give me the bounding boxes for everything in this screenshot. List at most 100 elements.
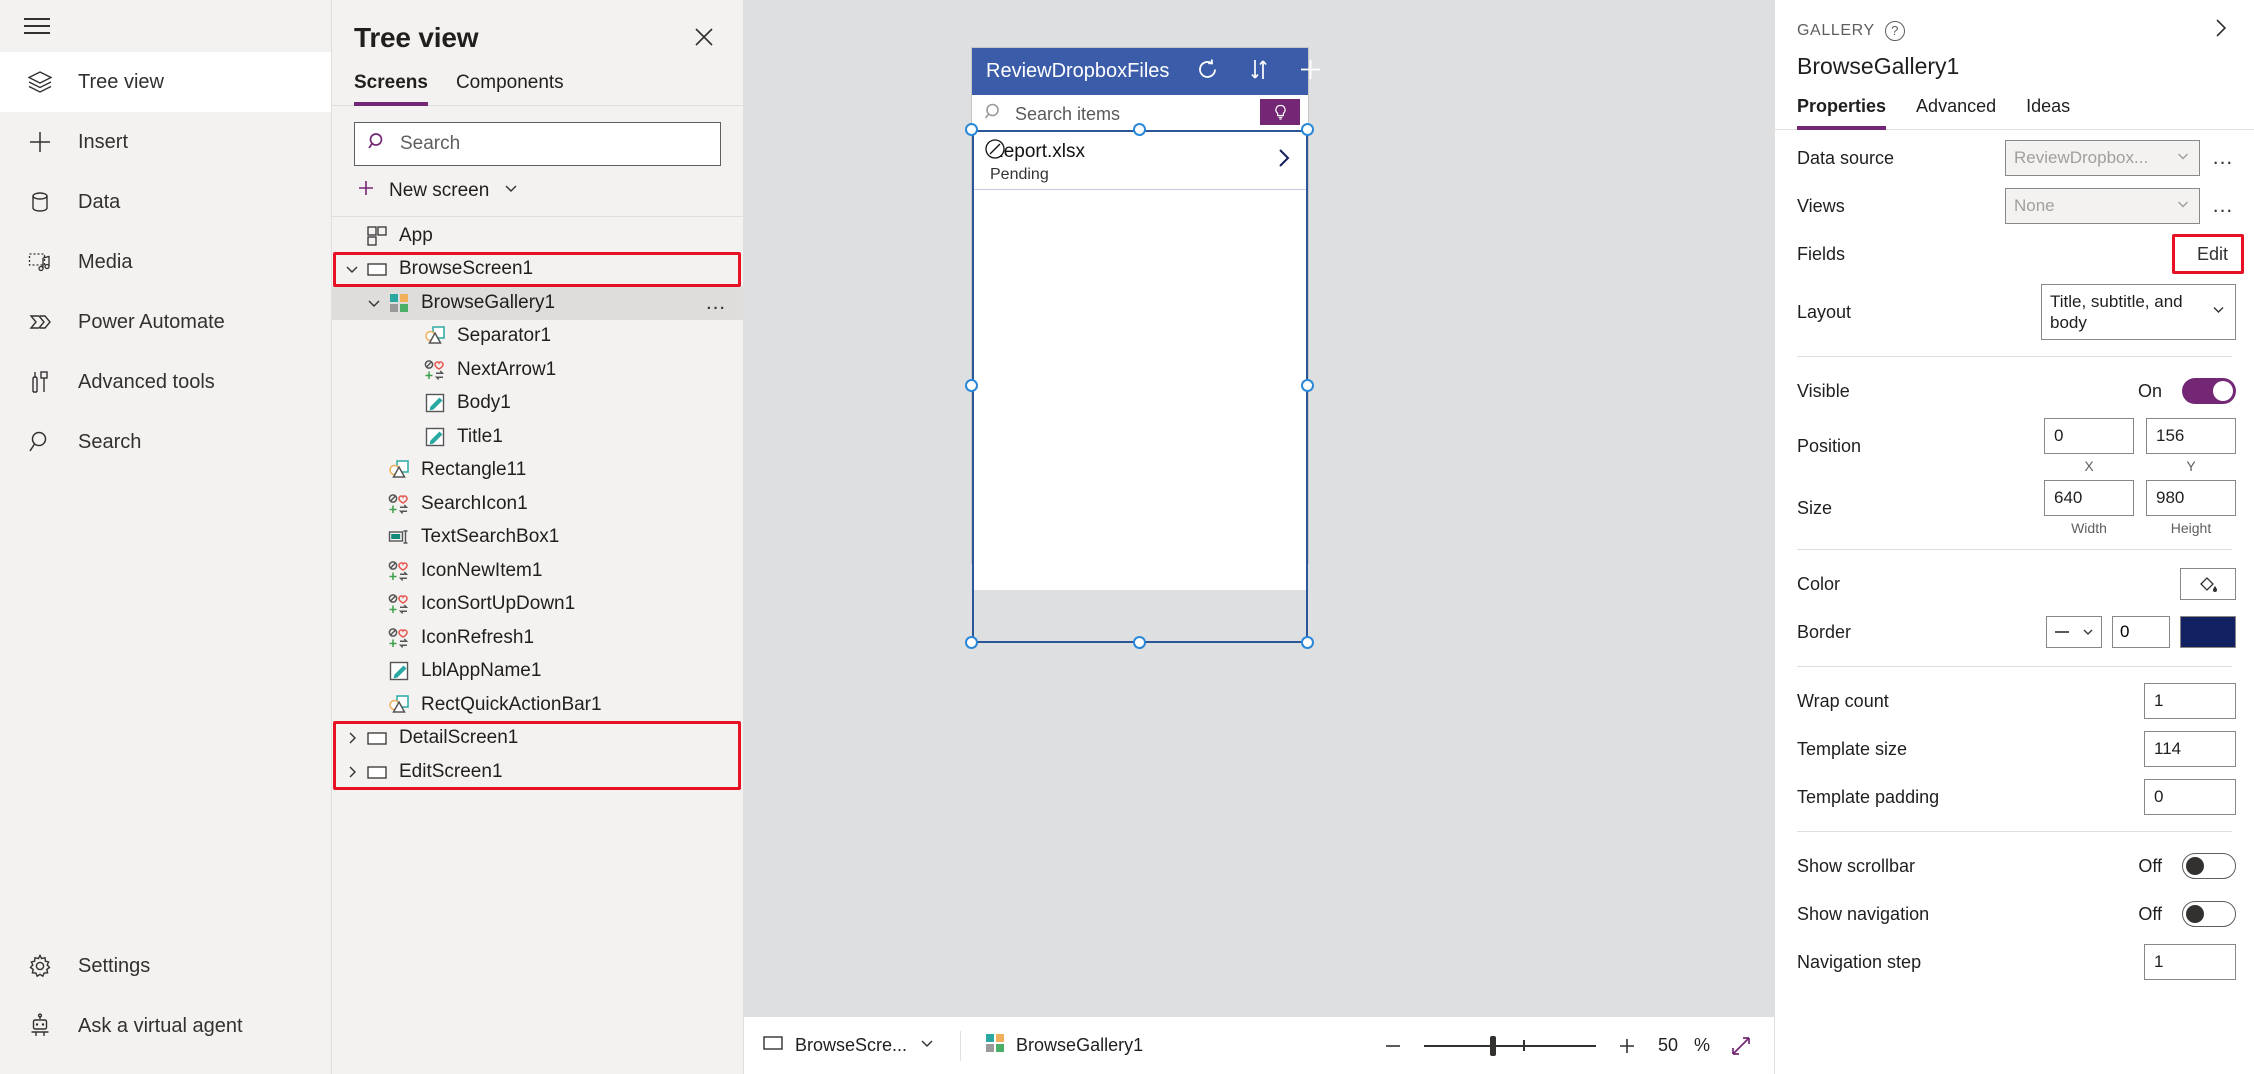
search-input[interactable] xyxy=(400,133,708,155)
fit-screen-icon[interactable] xyxy=(1726,1031,1756,1061)
canvas-scroll[interactable]: ReviewDropboxFiles xyxy=(744,0,1774,1016)
tree-item-searchicon1[interactable]: SearchIcon1 xyxy=(332,487,743,521)
tree-item-textsearchbox1[interactable]: TextSearchBox1 xyxy=(332,521,743,555)
fill-color-icon[interactable] xyxy=(2180,568,2236,600)
help-icon[interactable]: ? xyxy=(1885,21,1905,41)
chevron-down-icon xyxy=(2081,625,2095,639)
tab-ideas[interactable]: Ideas xyxy=(2026,96,2070,129)
rail-item-tree-view[interactable]: Tree view xyxy=(0,52,331,112)
property-label: Data source xyxy=(1797,148,1965,169)
screen-selector-chip[interactable]: BrowseScre... xyxy=(762,1032,936,1059)
chevron-right-icon[interactable] xyxy=(340,729,364,747)
data-source-select[interactable]: ReviewDropbox... xyxy=(2005,140,2200,176)
resize-handle-bl[interactable] xyxy=(965,636,978,649)
shapes-icon xyxy=(386,459,412,481)
show-navigation-toggle[interactable] xyxy=(2182,901,2236,927)
resize-handle-tr[interactable] xyxy=(1301,123,1314,136)
size-width-input[interactable]: 640 xyxy=(2044,480,2134,516)
bottom-status-bar: BrowseScre... BrowseGallery1 xyxy=(744,1016,1774,1074)
chevron-right-icon[interactable] xyxy=(340,763,364,781)
tree-item-separator1[interactable]: Separator1 xyxy=(332,320,743,354)
plus-icon[interactable] xyxy=(1612,1031,1642,1061)
panel-title: Tree view xyxy=(354,22,478,54)
rail-item-ask-a-virtual-agent[interactable]: Ask a virtual agent xyxy=(0,996,331,1056)
position-x-input[interactable]: 0 xyxy=(2044,418,2134,454)
rail-item-advanced-tools[interactable]: Advanced tools xyxy=(0,352,331,412)
zoom-slider[interactable] xyxy=(1424,1036,1596,1056)
navigation-step-input[interactable]: 1 xyxy=(2144,944,2236,980)
tree-item-detailscreen1[interactable]: DetailScreen1 xyxy=(332,722,743,756)
data-source-more-button[interactable]: ... xyxy=(2210,146,2236,170)
resize-handle-br[interactable] xyxy=(1301,636,1314,649)
rail-item-search[interactable]: Search xyxy=(0,412,331,472)
tree-item-rectquickactionbar1[interactable]: RectQuickActionBar1 xyxy=(332,688,743,722)
chevron-right-icon[interactable] xyxy=(1274,146,1294,175)
tree-item-iconrefresh1[interactable]: IconRefresh1 xyxy=(332,621,743,655)
wrap-count-input[interactable]: 1 xyxy=(2144,683,2236,719)
views-more-button[interactable]: ... xyxy=(2210,194,2236,218)
tree-item-title1[interactable]: Title1 xyxy=(332,420,743,454)
tree-item-label: SearchIcon1 xyxy=(421,493,528,515)
refresh-icon[interactable] xyxy=(1195,57,1220,87)
layout-select[interactable]: Title, subtitle, and body xyxy=(2041,284,2236,340)
chevron-right-icon[interactable] xyxy=(2208,16,2236,45)
fields-edit-button[interactable]: Edit xyxy=(2189,241,2236,268)
position-y-input[interactable]: 156 xyxy=(2146,418,2236,454)
border-style-icon xyxy=(2054,627,2076,637)
app-search-placeholder: Search items xyxy=(1015,104,1120,125)
show-scrollbar-toggle[interactable] xyxy=(2182,853,2236,879)
tree-item-nextarrow1[interactable]: NextArrow1 xyxy=(332,353,743,387)
border-style-select[interactable] xyxy=(2046,616,2102,648)
tree-item-iconnewitem1[interactable]: IconNewItem1 xyxy=(332,554,743,588)
app-header-icons xyxy=(1195,57,1323,87)
rail-item-insert[interactable]: Insert xyxy=(0,112,331,172)
lightbulb-icon[interactable] xyxy=(1260,99,1300,125)
properties-body: Data source ReviewDropbox... ... Views N… xyxy=(1775,130,2254,1074)
tree-item-body1[interactable]: Body1 xyxy=(332,387,743,421)
resize-handle-bm[interactable] xyxy=(1133,636,1146,649)
border-width-input[interactable]: 0 xyxy=(2112,616,2170,648)
tab-properties[interactable]: Properties xyxy=(1797,96,1886,129)
properties-control-name: BrowseGallery1 xyxy=(1775,45,2254,80)
zoom-slider-thumb[interactable] xyxy=(1490,1036,1496,1056)
visible-toggle[interactable] xyxy=(2182,378,2236,404)
chevron-down-icon[interactable] xyxy=(340,260,364,278)
rail-item-settings[interactable]: Settings xyxy=(0,936,331,996)
resize-handle-tm[interactable] xyxy=(1133,123,1146,136)
tree-item-rectangle11[interactable]: Rectangle11 xyxy=(332,454,743,488)
tree-item-browsescreen1[interactable]: BrowseScreen1 xyxy=(332,253,743,287)
tree-item-iconsortupdown1[interactable]: IconSortUpDown1 xyxy=(332,588,743,622)
rail-item-data[interactable]: Data xyxy=(0,172,331,232)
resize-handle-ml[interactable] xyxy=(965,379,978,392)
resize-handle-mr[interactable] xyxy=(1301,379,1314,392)
views-select[interactable]: None xyxy=(2005,188,2200,224)
tab-advanced[interactable]: Advanced xyxy=(1916,96,1996,129)
tab-components[interactable]: Components xyxy=(456,72,564,105)
tab-screens[interactable]: Screens xyxy=(354,72,428,105)
plus-icon[interactable] xyxy=(1298,57,1323,87)
tree-item-app[interactable]: App xyxy=(332,219,743,253)
new-screen-button[interactable]: New screen xyxy=(332,166,743,217)
tree-item-lblappname1[interactable]: LblAppName1 xyxy=(332,655,743,689)
tree-search-box[interactable] xyxy=(354,122,721,166)
control-selector-chip[interactable]: BrowseGallery1 xyxy=(985,1033,1143,1058)
template-size-input[interactable]: 114 xyxy=(2144,731,2236,767)
gallery-item[interactable]: Report.xlsx Pending xyxy=(972,133,1308,190)
tools-icon xyxy=(24,366,56,398)
resize-handle-tl[interactable] xyxy=(965,123,978,136)
hamburger-icon[interactable] xyxy=(24,16,52,36)
tree-item-more-button[interactable]: … xyxy=(705,291,733,315)
sort-updown-icon[interactable] xyxy=(1248,57,1270,87)
border-color-swatch[interactable] xyxy=(2180,616,2236,648)
rail-item-media[interactable]: Media xyxy=(0,232,331,292)
minus-icon[interactable] xyxy=(1378,1031,1408,1061)
chevron-down-icon[interactable] xyxy=(918,1034,936,1057)
chevron-down-icon[interactable] xyxy=(362,294,386,312)
close-icon[interactable] xyxy=(689,22,719,52)
tree-item-editscreen1[interactable]: EditScreen1 xyxy=(332,755,743,789)
size-height-input[interactable]: 980 xyxy=(2146,480,2236,516)
rail-item-power-automate[interactable]: Power Automate xyxy=(0,292,331,352)
tree-item-browsegallery1[interactable]: BrowseGallery1… xyxy=(332,286,743,320)
template-padding-input[interactable]: 0 xyxy=(2144,779,2236,815)
chevron-down-icon[interactable] xyxy=(502,179,520,203)
